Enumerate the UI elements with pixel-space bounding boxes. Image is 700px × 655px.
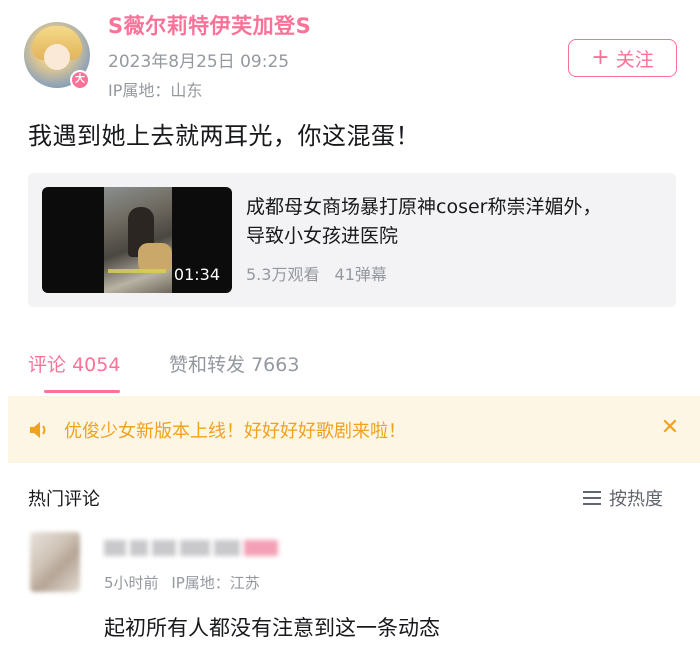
plus-icon: + xyxy=(591,45,610,70)
hot-comments-title: 热门评论 xyxy=(28,489,100,510)
comment-meta: 5小时前 IP属地：江苏 xyxy=(104,572,260,593)
speaker-icon xyxy=(30,422,46,438)
video-duration: 01:34 xyxy=(173,265,220,284)
post-ip-location: IP属地：山东 xyxy=(108,81,203,100)
follow-label: 关注 xyxy=(615,48,654,71)
video-stats: 5.3万观看 41弹幕 xyxy=(246,261,387,285)
comment-username-blurred[interactable] xyxy=(104,540,290,558)
video-title[interactable]: 成都母女商场暴打原神coser称崇洋媚外，导致小女孩进医院 xyxy=(246,193,606,251)
video-danmaku: 41弹幕 xyxy=(334,265,387,284)
sort-button[interactable]: 按热度 xyxy=(583,485,663,511)
sort-label: 按热度 xyxy=(609,489,663,510)
tab-comments[interactable]: 评论 4054 xyxy=(28,350,120,377)
video-thumbnail[interactable]: 01:34 xyxy=(42,187,232,293)
comment-ip-location: IP属地：江苏 xyxy=(171,574,260,592)
video-card[interactable]: 01:34 成都母女商场暴打原神coser称崇洋媚外，导致小女孩进医院 5.3万… xyxy=(28,173,676,307)
active-tab-indicator xyxy=(44,390,120,393)
comment-avatar[interactable] xyxy=(30,532,80,592)
tab-comments-label: 评论 xyxy=(28,354,67,376)
tab-reposts-label: 赞和转发 xyxy=(169,354,246,376)
thumbnail-caption xyxy=(108,269,166,273)
notice-banner[interactable]: 优俊少女新版本上线！好好好好歌剧来啦！ ✕ xyxy=(8,396,700,463)
tab-comments-count: 4054 xyxy=(72,354,121,376)
avatar-badge: 大 xyxy=(70,70,90,90)
comment-text: 起初所有人都没有注意到这一条动态 xyxy=(104,616,440,640)
username[interactable]: S薇尔莉特伊芙加登S xyxy=(108,10,311,40)
comment-time: 5小时前 xyxy=(104,574,159,592)
close-icon[interactable]: ✕ xyxy=(658,416,682,440)
video-views: 5.3万观看 xyxy=(246,265,320,284)
avatar-face xyxy=(44,44,70,70)
notice-text: 优俊少女新版本上线！好好好好歌剧来啦！ xyxy=(64,421,406,442)
tab-reposts-count: 7663 xyxy=(251,354,300,376)
tab-likes-reposts[interactable]: 赞和转发 7663 xyxy=(169,350,299,377)
sort-lines-icon xyxy=(583,491,601,505)
post-time: 2023年8月25日 09:25 xyxy=(108,52,290,72)
tab-bar: 评论 4054 赞和转发 7663 xyxy=(0,340,700,393)
follow-button[interactable]: + 关注 xyxy=(568,39,677,77)
post-header: 大 S薇尔莉特伊芙加登S 2023年8月25日 09:25 IP属地：山东 + … xyxy=(0,0,700,110)
post-text: 我遇到她上去就两耳光，你这混蛋！ xyxy=(28,122,420,150)
